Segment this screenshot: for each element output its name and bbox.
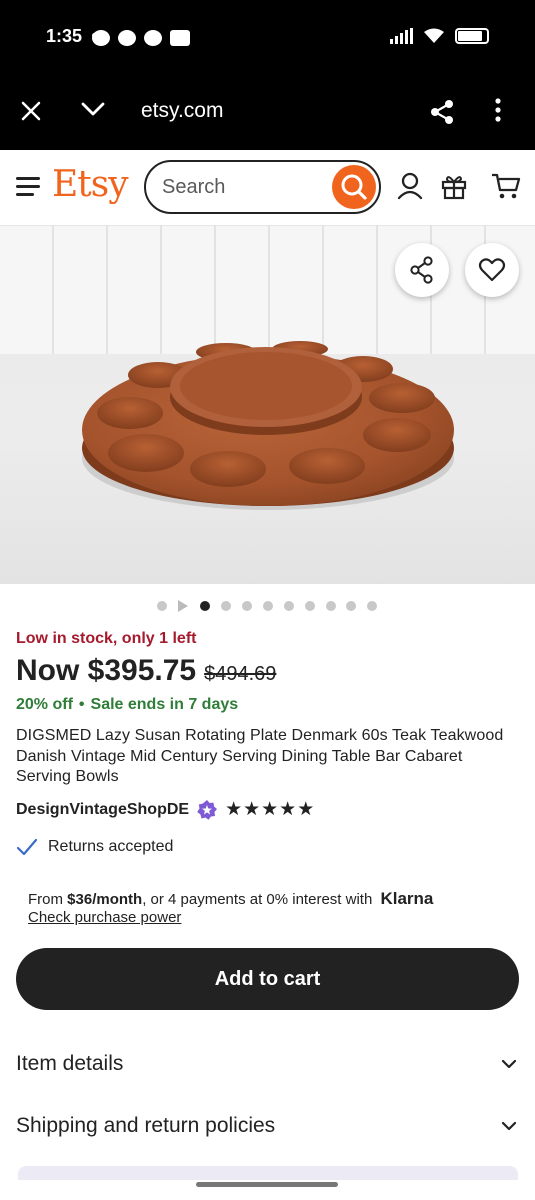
returns-info: Returns accepted [16,838,173,856]
messenger-icon [118,30,136,46]
search-input[interactable]: Search [144,160,381,214]
product-image[interactable] [0,226,535,584]
more-notifications-icon [92,33,97,38]
klarna-offer: From $36/month, or 4 payments at 0% inte… [28,889,433,909]
accordion-label: Item details [16,1052,124,1075]
lazy-susan-photo [82,341,454,510]
browser-toolbar: etsy.com [0,78,535,150]
chevron-down-icon [501,1121,517,1131]
klarna-amount: $36/month [67,891,143,908]
signal-icon [390,28,413,44]
rating-stars[interactable]: ★★★★★ [225,798,315,821]
close-icon[interactable] [18,98,44,129]
add-to-cart-button[interactable]: Add to cart [16,948,519,1010]
accordion-label: Shipping and return policies [16,1114,276,1137]
favorite-button[interactable] [465,243,519,297]
next-section-edge [18,1166,518,1180]
share-icon [410,256,433,284]
shop-name[interactable]: DesignVintageShopDE [16,801,189,819]
gift-icon[interactable] [440,172,468,205]
price-row: Now $395.75 $494.69 [16,654,276,688]
returns-label: Returns accepted [48,838,174,855]
carousel-dot[interactable] [346,601,356,611]
carousel-dot[interactable] [326,601,336,611]
carousel-dot[interactable] [284,601,294,611]
product-title: DIGSMED Lazy Susan Rotating Plate Denmar… [16,727,504,785]
home-indicator[interactable] [196,1182,338,1187]
carousel-dot[interactable] [242,601,252,611]
site-header: Etsy Search [0,150,535,226]
video-play-icon[interactable] [178,600,188,612]
chevron-down-icon[interactable] [80,96,106,127]
status-time: 1:35 [46,26,83,46]
etsy-logo[interactable]: Etsy [52,164,129,205]
check-purchase-power-link[interactable]: Check purchase power [28,909,181,926]
carousel-dot-active[interactable] [200,601,210,611]
klarna-suffix: , or 4 payments at 0% interest with [142,891,373,908]
current-price: Now $395.75 [16,654,197,687]
more-vert-icon[interactable] [494,96,502,129]
share-button[interactable] [395,243,449,297]
accordion-shipping-returns[interactable]: Shipping and return policies [16,1106,519,1146]
image-carousel-indicator[interactable] [0,598,535,614]
star-seller-badge-icon [197,799,218,820]
account-icon[interactable] [397,172,423,205]
shop-row: DesignVintageShopDE ★★★★★ [16,798,315,821]
sale-ends-label: Sale ends in 7 days [90,696,239,713]
app-notification-icon [170,30,190,46]
browser-url[interactable]: etsy.com [141,99,223,123]
chat-icon [144,30,162,46]
search-button[interactable] [332,165,376,209]
chevron-down-icon [501,1059,517,1069]
menu-icon[interactable] [16,177,40,197]
battery-icon [455,28,489,44]
stock-notice: Low in stock, only 1 left [16,630,197,647]
notification-icons [92,30,190,46]
wifi-icon [424,28,444,43]
carousel-dot[interactable] [367,601,377,611]
carousel-dot[interactable] [305,601,315,611]
carousel-dot[interactable] [157,601,167,611]
klarna-prefix: From [28,891,63,908]
check-icon [16,838,38,856]
status-bar: 1:35 [0,0,535,78]
carousel-dot[interactable] [263,601,273,611]
sale-info: 20% off • Sale ends in 7 days [16,696,239,713]
klarna-logo: Klarna [380,889,434,908]
share-icon[interactable] [428,98,456,131]
search-placeholder: Search [162,176,226,198]
cart-icon[interactable] [491,172,521,205]
carousel-dot[interactable] [221,601,231,611]
discount-label: 20% off [16,696,73,713]
accordion-item-details[interactable]: Item details [16,1044,519,1084]
search-icon [341,174,367,200]
system-icons [390,28,489,44]
original-price: $494.69 [204,663,277,685]
heart-icon [478,258,506,282]
